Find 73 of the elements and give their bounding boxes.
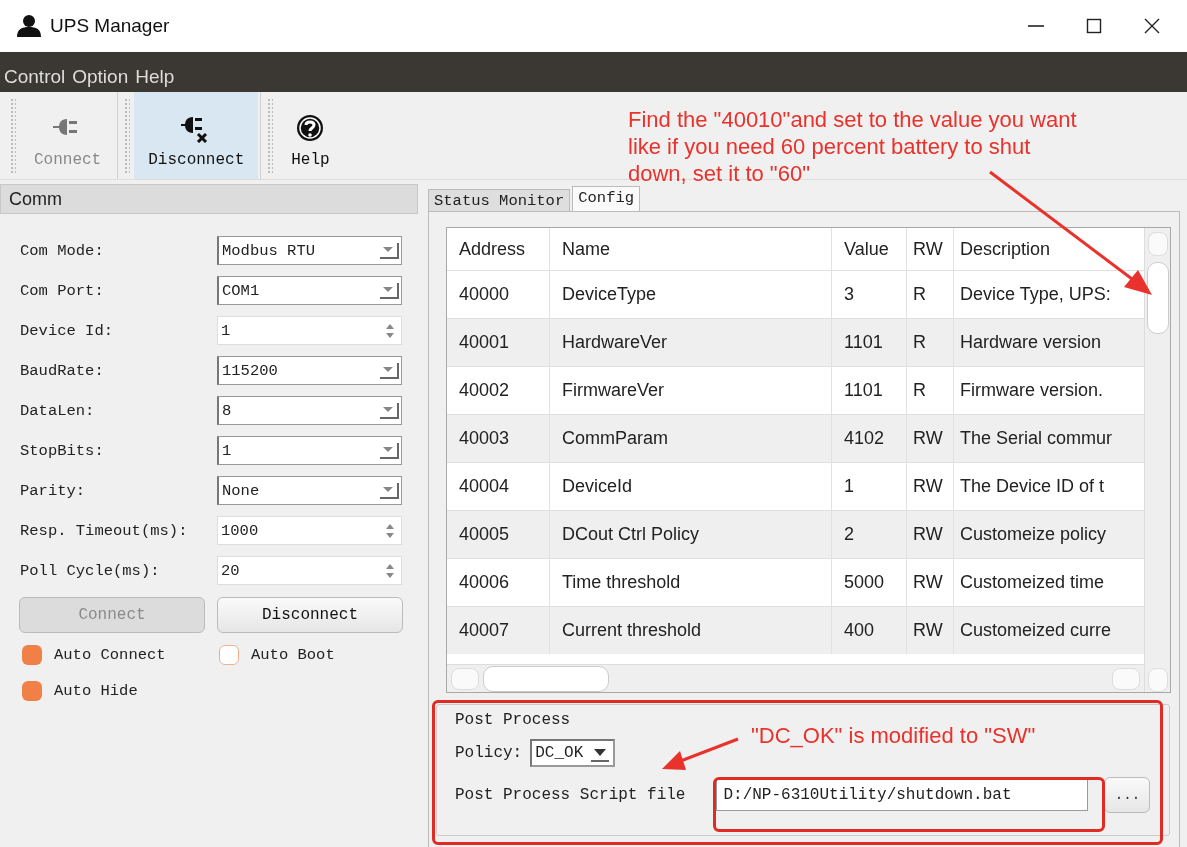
spin-box[interactable]: 20	[217, 556, 402, 585]
menu-item[interactable]: Option	[72, 66, 129, 88]
table-cell-text: 40002	[458, 379, 511, 402]
maximize-icon	[1086, 18, 1102, 34]
checkbox[interactable]	[22, 681, 42, 701]
table-cell: 400	[831, 607, 906, 654]
dropdown[interactable]: 1	[217, 436, 402, 465]
dropdown[interactable]: Modbus RTU	[217, 236, 402, 265]
field-label: Post Process Script file	[455, 786, 686, 804]
window-title: UPS Manager	[50, 15, 170, 37]
field-label: DataLen:	[20, 401, 96, 420]
field-label: Resp. Timeout(ms):	[20, 521, 189, 540]
checkbox-label: Auto Boot	[251, 646, 335, 664]
table-cell: CommParam	[549, 415, 831, 462]
table-cell: HardwareVer	[549, 319, 831, 366]
table-cell: RW	[906, 511, 953, 558]
table-cell-text: 40003	[458, 427, 511, 450]
table-cell: DCout Ctrl Policy	[549, 511, 831, 558]
toolbar-button[interactable]: Help	[277, 92, 344, 179]
field-label: Policy:	[455, 744, 523, 762]
checkbox[interactable]	[219, 645, 239, 665]
dropdown[interactable]: 115200	[217, 356, 402, 385]
annotation-text: Find the "40010"and set to the value you want like if you need 60 percent battery to shut down, set it to "60"	[628, 106, 1077, 187]
field-label: BaudRate:	[20, 361, 105, 380]
table-cell-text: 40006	[458, 571, 511, 594]
toolbar-button[interactable]: Disconnect	[134, 92, 259, 179]
panel-header: Comm	[0, 184, 418, 214]
horizontal-scrollbar[interactable]	[447, 664, 1144, 692]
checkbox-label: Auto Connect	[54, 646, 166, 664]
table-cell-text: 40007	[458, 619, 511, 642]
menu-item[interactable]: Control	[4, 66, 66, 88]
menu-item[interactable]: Help	[135, 66, 175, 88]
column-header[interactable]: Value	[831, 228, 906, 270]
checkbox-label: Auto Hide	[54, 682, 138, 700]
column-header[interactable]: Address	[447, 228, 549, 270]
group-title: Post Process	[455, 711, 571, 729]
column-header[interactable]: RW	[906, 228, 953, 270]
table-cell-text: 40000	[458, 283, 511, 306]
field-label: Device Id:	[20, 321, 114, 340]
field-label: Parity:	[20, 481, 87, 500]
close-icon	[1144, 18, 1160, 34]
help-icon	[295, 113, 326, 143]
field-label: Poll Cycle(ms):	[20, 561, 161, 580]
input-field[interactable]: D:/NP-6310Utility/shutdown.bat	[716, 779, 1089, 811]
spin-box[interactable]: 1	[217, 316, 402, 345]
policy-dropdown[interactable]: DC_OK	[530, 739, 616, 767]
table-cell: 1101	[831, 319, 906, 366]
tab[interactable]: Status Monitor	[428, 189, 571, 211]
column-header[interactable]: Name	[549, 228, 831, 270]
field-label: Com Port:	[20, 281, 105, 300]
table-cell: R	[906, 319, 953, 366]
table-cell-text: 40001	[458, 331, 511, 354]
table-cell-text: 40005	[458, 523, 511, 546]
table-cell: 2	[831, 511, 906, 558]
table-cell: RW	[906, 607, 953, 654]
minimize-icon	[1028, 25, 1044, 27]
browse-button[interactable]: ...	[1104, 777, 1151, 813]
vertical-scrollbar[interactable]	[1144, 228, 1170, 692]
table-cell: Current threshold	[549, 607, 831, 654]
user-icon	[16, 14, 42, 38]
spin-box[interactable]: 1000	[217, 516, 402, 545]
annotation-text: "DC_OK" is modified to "SW"	[751, 722, 1036, 749]
dropdown[interactable]: 8	[217, 396, 402, 425]
table-cell: RW	[906, 415, 953, 462]
command-button[interactable]: Disconnect	[217, 597, 403, 633]
dropdown[interactable]: COM1	[217, 276, 402, 305]
dropdown[interactable]: None	[217, 476, 402, 505]
field-label: Com Mode:	[20, 241, 105, 260]
tab[interactable]: Config	[572, 186, 641, 211]
field-label: StopBits:	[20, 441, 105, 460]
table-cell-text: 40004	[458, 475, 511, 498]
table-cell: 4102	[831, 415, 906, 462]
checkbox[interactable]	[22, 645, 42, 665]
